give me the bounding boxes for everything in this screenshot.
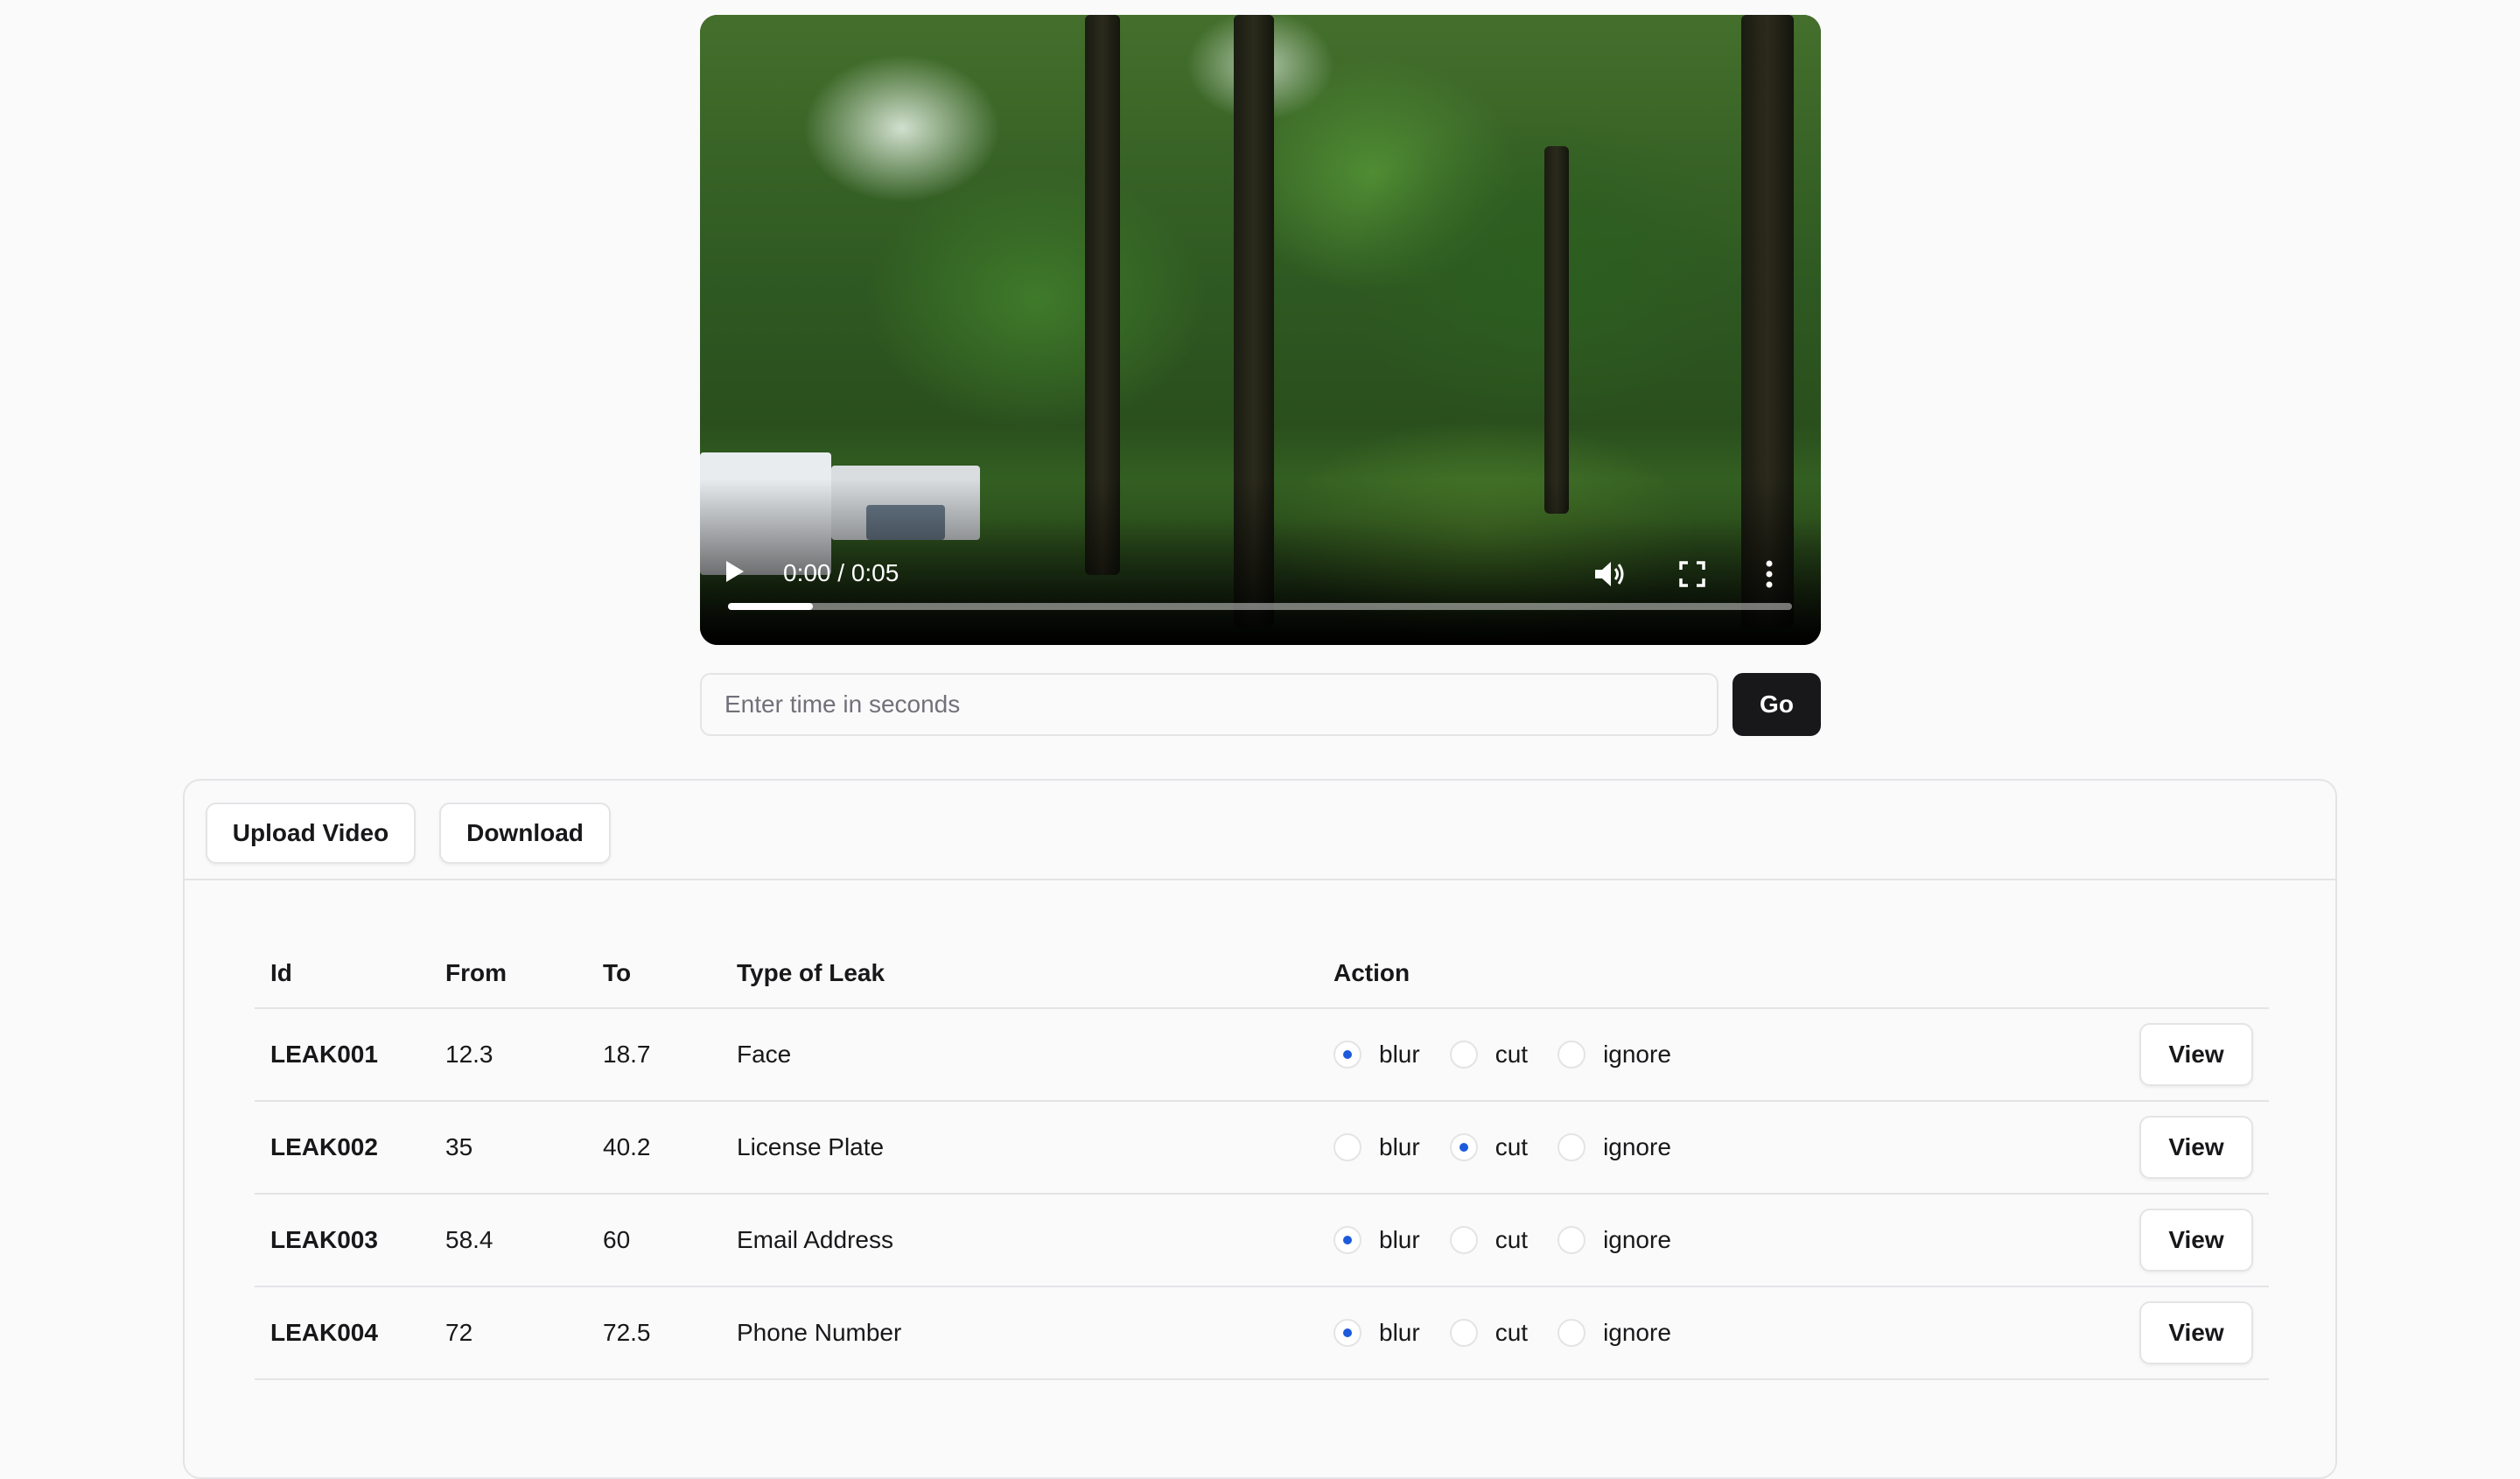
progress-fill: [728, 603, 814, 610]
action-radio-group: blur cut ignore: [1334, 1226, 2105, 1254]
leak-to-cell: 18.7: [587, 1008, 721, 1102]
action-radio-ignore[interactable]: [1558, 1133, 1586, 1161]
view-button[interactable]: View: [2139, 1023, 2253, 1086]
view-button[interactable]: View: [2139, 1301, 2253, 1364]
leak-to-cell: 72.5: [587, 1286, 721, 1380]
leak-view-cell: View: [2105, 1194, 2269, 1287]
leak-id-cell: LEAK002: [255, 1101, 430, 1195]
card-toolbar: Upload Video Download: [185, 781, 2335, 880]
fullscreen-icon[interactable]: [1679, 561, 1705, 587]
action-option-ignore[interactable]: ignore: [1558, 1133, 1671, 1161]
leak-view-cell: View: [2105, 1008, 2269, 1102]
leak-view-cell: View: [2105, 1286, 2269, 1380]
table-header-row: Id From To Type of Leak Action: [255, 938, 2269, 1009]
action-radio-ignore[interactable]: [1558, 1041, 1586, 1069]
action-option-cut[interactable]: cut: [1449, 1226, 1529, 1254]
leak-from-cell: 35: [430, 1101, 587, 1195]
action-option-label: ignore: [1603, 1041, 1671, 1068]
action-option-label: cut: [1494, 1226, 1529, 1253]
action-option-label: cut: [1494, 1041, 1529, 1068]
leak-from-cell: 72: [430, 1286, 587, 1380]
action-option-ignore[interactable]: ignore: [1558, 1319, 1671, 1347]
header-type: Type of Leak: [721, 938, 1318, 1009]
action-radio-group: blur cut ignore: [1334, 1319, 2105, 1347]
leak-action-cell: blur cut ignore: [1318, 1008, 2105, 1102]
action-option-label: blur: [1379, 1226, 1420, 1253]
leak-to-cell: 40.2: [587, 1101, 721, 1195]
download-button[interactable]: Download: [439, 803, 611, 864]
action-radio-group: blur cut ignore: [1334, 1133, 2105, 1161]
action-option-label: cut: [1494, 1133, 1529, 1160]
seek-time-input[interactable]: [700, 673, 1718, 736]
action-option-label: blur: [1379, 1133, 1420, 1160]
action-radio-cut[interactable]: [1449, 1319, 1478, 1347]
action-radio-ignore[interactable]: [1558, 1319, 1586, 1347]
action-option-label: blur: [1379, 1319, 1420, 1346]
action-option-blur[interactable]: blur: [1334, 1319, 1420, 1347]
action-option-label: ignore: [1603, 1319, 1671, 1346]
leaks-card: Upload Video Download Id From To Type of…: [183, 779, 2337, 1479]
upload-video-button[interactable]: Upload Video: [206, 803, 416, 864]
progress-bar[interactable]: [728, 603, 1792, 610]
action-radio-blur[interactable]: [1334, 1226, 1362, 1254]
leak-type-cell: License Plate: [721, 1101, 1318, 1195]
action-option-cut[interactable]: cut: [1449, 1133, 1529, 1161]
table-row: LEAK003 58.4 60 Email Address blur cut ignore V…: [255, 1194, 2269, 1287]
leak-type-cell: Face: [721, 1008, 1318, 1102]
leak-to-cell: 60: [587, 1194, 721, 1287]
leak-from-cell: 58.4: [430, 1194, 587, 1287]
action-radio-cut[interactable]: [1449, 1041, 1478, 1069]
table-row: LEAK004 72 72.5 Phone Number blur cut ignore Vi…: [255, 1286, 2269, 1380]
more-vertical-icon[interactable]: [1764, 559, 1774, 589]
header-id: Id: [255, 938, 430, 1009]
leak-id-cell: LEAK001: [255, 1008, 430, 1102]
play-icon[interactable]: [726, 561, 744, 582]
action-radio-blur[interactable]: [1334, 1319, 1362, 1347]
video-player[interactable]: 0:00 / 0:05: [700, 15, 1821, 645]
action-radio-blur[interactable]: [1334, 1041, 1362, 1069]
video-controls: 0:00 / 0:05: [700, 543, 1821, 606]
action-option-blur[interactable]: blur: [1334, 1226, 1420, 1254]
view-button[interactable]: View: [2139, 1116, 2253, 1179]
table-row: LEAK002 35 40.2 License Plate blur cut ignore V…: [255, 1101, 2269, 1195]
action-option-ignore[interactable]: ignore: [1558, 1226, 1671, 1254]
leak-action-cell: blur cut ignore: [1318, 1101, 2105, 1195]
leak-from-cell: 12.3: [430, 1008, 587, 1102]
time-display: 0:00 / 0:05: [783, 559, 900, 586]
volume-icon[interactable]: [1593, 559, 1628, 589]
header-view: [2105, 938, 2269, 1009]
leak-type-cell: Email Address: [721, 1194, 1318, 1287]
action-option-label: cut: [1494, 1319, 1529, 1346]
leak-view-cell: View: [2105, 1101, 2269, 1195]
header-to: To: [587, 938, 721, 1009]
action-radio-blur[interactable]: [1334, 1133, 1362, 1161]
action-option-blur[interactable]: blur: [1334, 1133, 1420, 1161]
action-option-blur[interactable]: blur: [1334, 1041, 1420, 1069]
action-radio-cut[interactable]: [1449, 1226, 1478, 1254]
action-option-label: blur: [1379, 1041, 1420, 1068]
header-from: From: [430, 938, 587, 1009]
leak-id-cell: LEAK003: [255, 1194, 430, 1287]
leaks-table: Id From To Type of Leak Action LEAK001 12…: [255, 938, 2269, 1380]
action-radio-group: blur cut ignore: [1334, 1041, 2105, 1069]
action-option-cut[interactable]: cut: [1449, 1041, 1529, 1069]
leak-type-cell: Phone Number: [721, 1286, 1318, 1380]
go-button[interactable]: Go: [1732, 673, 1821, 736]
leak-id-cell: LEAK004: [255, 1286, 430, 1380]
action-option-ignore[interactable]: ignore: [1558, 1041, 1671, 1069]
leak-action-cell: blur cut ignore: [1318, 1194, 2105, 1287]
action-option-label: ignore: [1603, 1133, 1671, 1160]
header-action: Action: [1318, 938, 2105, 1009]
view-button[interactable]: View: [2139, 1209, 2253, 1272]
action-option-label: ignore: [1603, 1226, 1671, 1253]
table-row: LEAK001 12.3 18.7 Face blur cut ignore View: [255, 1008, 2269, 1102]
leak-action-cell: blur cut ignore: [1318, 1286, 2105, 1380]
action-radio-ignore[interactable]: [1558, 1226, 1586, 1254]
action-option-cut[interactable]: cut: [1449, 1319, 1529, 1347]
action-radio-cut[interactable]: [1449, 1133, 1478, 1161]
